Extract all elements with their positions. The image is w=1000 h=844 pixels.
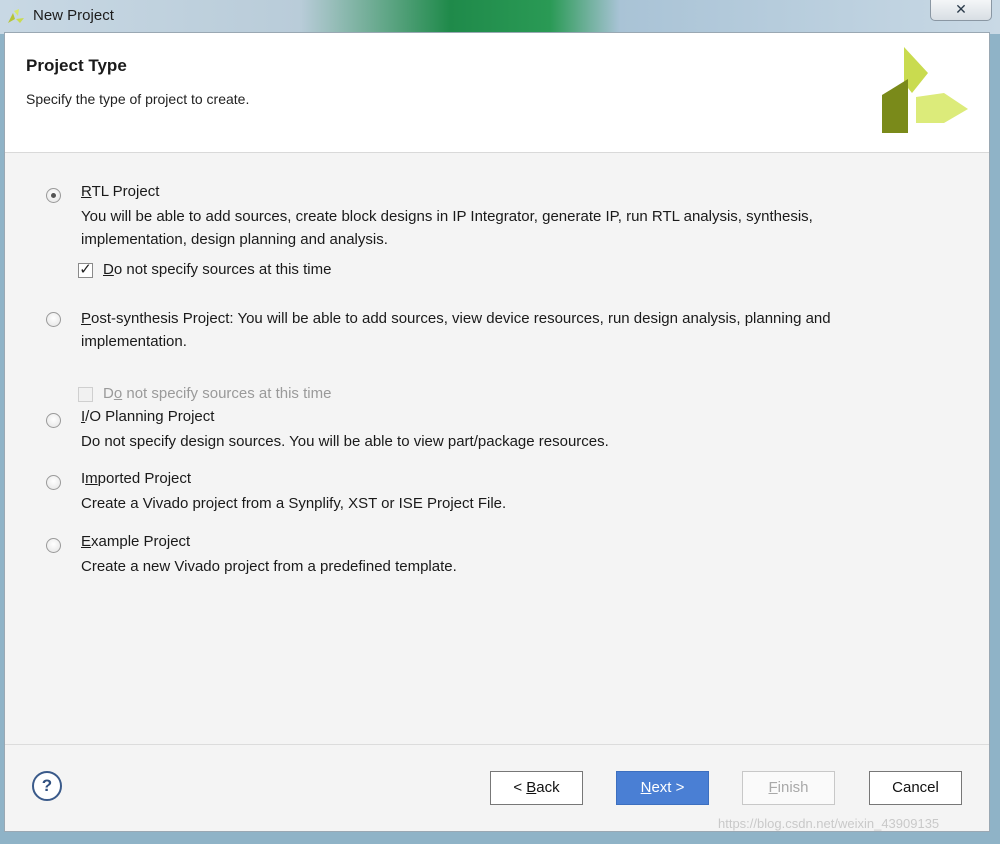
next-button[interactable]: Next > [616, 771, 709, 805]
radio-rtl-project[interactable] [46, 188, 61, 203]
option-title[interactable]: Imported Project [81, 470, 191, 487]
project-type-options: RTL Project You will be able to add sour… [5, 153, 989, 743]
help-button[interactable]: ? [32, 771, 62, 801]
option-description: Create a new Vivado project from a prede… [81, 558, 457, 575]
vivado-app-icon [8, 9, 24, 23]
window-title: New Project [33, 7, 114, 24]
option-title[interactable]: I/O Planning Project [81, 408, 214, 425]
radio-io-planning-project[interactable] [46, 413, 61, 428]
vivado-logo-icon [882, 47, 968, 133]
option-title[interactable]: Example Project [81, 533, 190, 550]
page-title: Project Type [26, 56, 127, 75]
back-button[interactable]: < Back [490, 771, 583, 805]
footer-separator [5, 744, 989, 745]
checkmark-icon: ✓ [79, 261, 92, 278]
radio-post-synthesis-project[interactable] [46, 312, 61, 327]
checkbox-label: Do not specify sources at this time [103, 385, 332, 402]
radio-example-project[interactable] [46, 538, 61, 553]
option-title[interactable]: RTL Project [81, 183, 159, 200]
close-icon: ✕ [955, 1, 967, 17]
checkbox-label[interactable]: Do not specify sources at this time [103, 261, 331, 278]
radio-imported-project[interactable] [46, 475, 61, 490]
page-subtitle: Specify the type of project to create. [26, 91, 250, 107]
dialog-header: Project Type Specify the type of project… [5, 33, 989, 153]
checkbox-rtl-no-sources[interactable]: ✓ [78, 261, 93, 278]
cancel-button[interactable]: Cancel [869, 771, 962, 805]
dialog-window: Project Type Specify the type of project… [4, 32, 990, 832]
close-button[interactable]: ✕ [930, 0, 992, 21]
option-description: Do not specify design sources. You will … [81, 433, 609, 450]
option-description: Create a Vivado project from a Synplify,… [81, 495, 507, 512]
option-description: You will be able to add sources, create … [81, 208, 813, 248]
watermark: https://blog.csdn.net/weixin_43909135 [718, 816, 940, 831]
title-bar: New Project ✕ [0, 0, 1000, 34]
option-title[interactable]: Post-synthesis Project: You will be able… [81, 307, 881, 353]
checkbox-post-synth-no-sources [78, 387, 93, 402]
finish-button: Finish [742, 771, 835, 805]
